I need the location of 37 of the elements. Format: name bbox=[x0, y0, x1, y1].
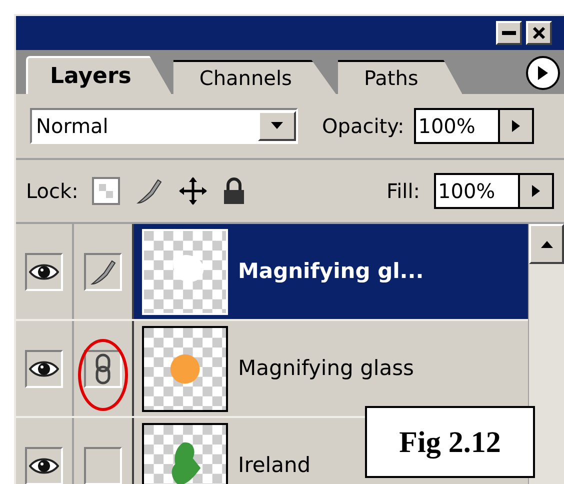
move-icon[interactable] bbox=[178, 176, 208, 206]
eye-icon bbox=[29, 456, 59, 474]
panel-menu-button[interactable] bbox=[526, 56, 560, 90]
layer-row[interactable]: Magnifying gl... bbox=[134, 224, 528, 319]
close-button[interactable] bbox=[526, 21, 552, 45]
visibility-toggle[interactable] bbox=[25, 446, 63, 484]
layer-name: Magnifying glass bbox=[238, 354, 414, 382]
minimize-button[interactable] bbox=[496, 21, 522, 45]
scrollbar[interactable] bbox=[528, 224, 564, 484]
eye-icon bbox=[29, 360, 59, 378]
lock-transparency-icon[interactable] bbox=[92, 177, 120, 205]
tab[interactable]: Channels bbox=[173, 60, 336, 94]
opacity-label: Opacity: bbox=[322, 113, 404, 140]
visibility-toggle[interactable] bbox=[25, 350, 63, 388]
blend-mode-dropdown[interactable]: Normal bbox=[30, 108, 298, 144]
fill-label: Fill: bbox=[386, 178, 420, 205]
play-icon bbox=[538, 66, 548, 80]
tab[interactable]: Layers bbox=[26, 56, 172, 94]
padlock-icon[interactable] bbox=[222, 177, 246, 205]
play-icon[interactable] bbox=[518, 175, 552, 207]
tab[interactable]: Paths bbox=[338, 60, 462, 94]
layer-status-box[interactable] bbox=[84, 350, 122, 388]
scroll-up-button[interactable] bbox=[529, 224, 564, 264]
triangle-up-icon bbox=[540, 240, 552, 248]
layer-status-box[interactable] bbox=[84, 252, 122, 290]
eye-icon bbox=[29, 262, 59, 280]
figure-label: Fig 2.12 bbox=[365, 406, 535, 478]
layer-name: Ireland bbox=[238, 452, 311, 479]
link-icon bbox=[94, 352, 112, 384]
opacity-field[interactable]: 100% bbox=[414, 108, 534, 144]
close-icon bbox=[532, 26, 546, 40]
play-icon[interactable] bbox=[498, 110, 532, 142]
fill-field[interactable]: 100% bbox=[434, 173, 554, 209]
visibility-toggle[interactable] bbox=[25, 252, 63, 290]
caret-icon bbox=[258, 111, 296, 141]
lock-label: Lock: bbox=[26, 178, 78, 205]
layer-name: Magnifying gl... bbox=[238, 258, 424, 285]
